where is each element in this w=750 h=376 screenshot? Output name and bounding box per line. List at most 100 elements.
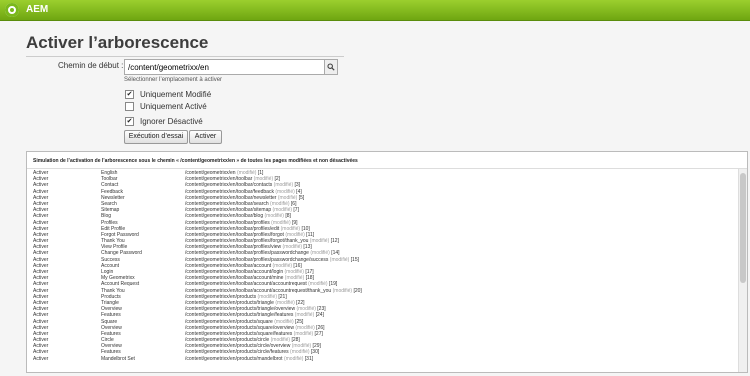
activate-button[interactable]: Activer [189,130,222,144]
row-path: /content/geometrixx/en/toolbar/newslette… [185,195,304,201]
row-modified-tag: (modifié) [263,213,284,220]
row-title: Thank You [101,238,125,245]
row-path: /content/geometrixx/en/toolbar/blog (mod… [185,213,291,219]
row-modified-tag: (modifié) [281,244,303,251]
row-action: Activer [33,287,49,294]
row-action: Activer [33,182,49,189]
row-path: /content/geometrixx/en/products/triangle… [185,306,326,312]
row-title: Feedback [101,188,123,195]
row-action: Activer [33,269,49,275]
row-path: /content/geometrixx/en/products/triangle… [185,300,305,306]
row-path-text: /content/geometrixx/en/products/triangle… [185,306,296,313]
row-path-text: /content/geometrixx/en/products/mandelbr… [185,355,283,362]
row-title: Features [101,330,121,337]
row-modified-tag: (modifié) [328,256,350,263]
row-index: [6] [289,200,297,207]
row-path: /content/geometrixx/en/products/square/f… [185,331,323,337]
row-path-text: /content/geometrixx/en/products/square [185,318,273,325]
row-title: Square [101,318,118,325]
option-only-modified[interactable]: ✔ Uniquement Modifié [125,88,211,100]
row-action: Activer [33,219,49,226]
option-only-activated[interactable]: Uniquement Activé [125,100,207,112]
row-path-text: /content/geometrixx/en/toolbar/profiles [185,219,270,226]
row-path-text: /content/geometrixx/en/toolbar/profiles/… [185,231,284,238]
row-path: /content/geometrixx/en/toolbar/account (… [185,263,302,269]
row-path-text: /content/geometrixx/en/toolbar/account/l… [185,269,284,275]
top-bar: AEM [0,0,750,21]
row-index: [15] [349,256,359,263]
row-modified-tag: (modifié) [268,200,290,207]
row-modified-tag: (modifié) [308,250,330,257]
row-title: Change Password [101,250,142,257]
row-path: /content/geometrixx/en/toolbar/contacts … [185,182,300,188]
row-modified-tag: (modifié) [271,262,293,269]
row-path-text: /content/geometrixx/en/toolbar/profiles/… [185,256,329,263]
row-index: [11] [304,231,315,238]
results-header: Simulation de l’activation de l’arboresc… [33,158,358,164]
option-ignore-deactivated[interactable]: ✔ Ignorer Désactivé [125,115,203,127]
ignore-deactivated-checkbox[interactable]: ✔ [125,116,134,126]
row-index: [30] [309,349,320,356]
aem-logo-icon[interactable] [5,3,19,17]
row-path-text: /content/geometrixx/en/toolbar/account/a… [185,281,307,288]
row-index: [27] [313,330,323,337]
row-path-text: /content/geometrixx/en/products [185,293,257,300]
row-index: [1] [256,170,264,176]
row-index: [2] [273,176,281,183]
browse-path-button[interactable] [324,59,338,75]
row-index: [9] [290,219,298,226]
row-modified-tag: (modifié) [282,355,304,362]
row-action: Activer [33,170,49,176]
row-modified-tag: (modifié) [272,182,294,189]
row-path: /content/geometrixx/en/products/square/o… [185,325,325,331]
dry-run-button[interactable]: Exécution d’essai [124,130,188,144]
row-modified-tag: (modifié) [273,299,295,306]
row-path: /content/geometrixx/en/toolbar/feedback … [185,189,302,195]
row-title: Overview [101,324,122,331]
row-title: Circle [101,337,114,344]
ignore-deactivated-label: Ignorer Désactivé [140,116,203,126]
row-modified-tag: (modifié) [283,231,305,238]
start-path-input[interactable] [124,59,330,75]
row-modified-tag: (modifié) [272,318,294,325]
row-title: Newsletter [101,194,125,201]
row-index: [3] [293,182,301,189]
row-modified-tag: (modifié) [283,269,304,275]
row-modified-tag: (modifié) [269,219,291,226]
page-title: Activer l’arborescence [26,33,209,52]
only-modified-label: Uniquement Modifié [140,89,212,99]
row-title: Forgot Password [101,231,139,238]
row-path: /content/geometrixx/en/toolbar/profiles/… [185,232,314,238]
results-divider [27,168,747,169]
row-path-text: /content/geometrixx/en/toolbar/profiles/… [185,238,309,245]
row-modified-tag: (modifié) [252,176,274,183]
row-path: /content/geometrixx/en/products/circle/f… [185,349,319,355]
row-modified-tag: (modifié) [235,170,257,176]
results-scrollbar[interactable] [738,169,747,372]
scrollbar-thumb[interactable] [740,173,746,283]
row-title: Toolbar [101,176,118,183]
row-path-text: /content/geometrixx/en/products/triangle [185,299,274,306]
row-index: [21] [277,293,287,300]
row-action: Activer [33,176,49,183]
row-title: Blog [101,213,112,220]
title-divider [26,56,344,57]
only-activated-checkbox[interactable] [125,101,134,111]
row-modified-tag: (modifié) [292,330,314,337]
row-title: Contact [101,182,119,189]
row-title: Account [101,262,120,269]
row-modified-tag: (modifié) [279,225,301,232]
only-modified-checkbox[interactable]: ✔ [125,89,134,99]
row-action: Activer [33,337,49,344]
row-action: Activer [33,343,49,350]
row-modified-tag: (modifié) [295,306,316,313]
row-path-text: /content/geometrixx/en/toolbar/account [185,262,272,269]
row-action: Activer [33,207,49,214]
row-path-text: /content/geometrixx/en/toolbar/account/m… [185,275,284,282]
row-action: Activer [33,225,49,232]
row-action: Activer [33,200,49,207]
row-action: Activer [33,275,49,282]
row-modified-tag: (modifié) [288,349,310,356]
row-index: [8] [283,213,291,220]
row-modified-tag: (modifié) [269,337,291,344]
